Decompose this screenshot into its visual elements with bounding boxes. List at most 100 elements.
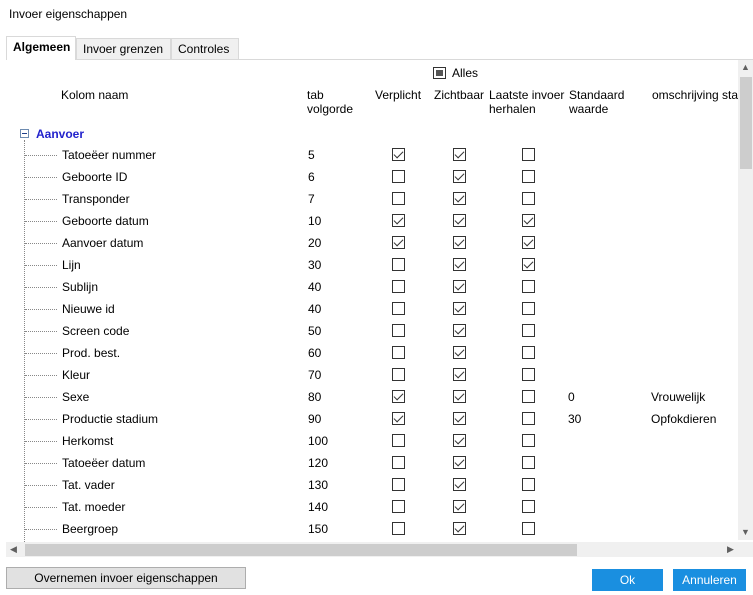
row-default-value[interactable]: 0 bbox=[568, 390, 575, 404]
required-checkbox[interactable] bbox=[392, 148, 405, 161]
repeat-last-checkbox[interactable] bbox=[522, 258, 535, 271]
visible-checkbox[interactable] bbox=[453, 346, 466, 359]
visible-checkbox[interactable] bbox=[453, 192, 466, 205]
visible-checkbox[interactable] bbox=[453, 214, 466, 227]
repeat-last-checkbox[interactable] bbox=[522, 280, 535, 293]
required-checkbox[interactable] bbox=[392, 434, 405, 447]
required-checkbox[interactable] bbox=[392, 456, 405, 469]
row-tab-order[interactable]: 60 bbox=[308, 346, 321, 360]
row-tab-order[interactable]: 7 bbox=[308, 192, 315, 206]
row-tab-order[interactable]: 50 bbox=[308, 324, 321, 338]
repeat-last-checkbox[interactable] bbox=[522, 148, 535, 161]
copy-properties-button[interactable]: Overnemen invoer eigenschappen bbox=[6, 567, 246, 589]
repeat-last-checkbox[interactable] bbox=[522, 390, 535, 403]
required-checkbox[interactable] bbox=[392, 390, 405, 403]
required-checkbox[interactable] bbox=[392, 500, 405, 513]
column-header-description[interactable]: omschrijving sta bbox=[652, 88, 738, 102]
visible-checkbox[interactable] bbox=[453, 368, 466, 381]
table-row[interactable]: Lijn 30 bbox=[6, 254, 736, 276]
row-tab-order[interactable]: 20 bbox=[308, 236, 321, 250]
repeat-last-checkbox[interactable] bbox=[522, 236, 535, 249]
scroll-right-icon[interactable]: ▶ bbox=[723, 542, 738, 557]
table-row[interactable]: Sublijn 40 bbox=[6, 276, 736, 298]
visible-checkbox[interactable] bbox=[453, 478, 466, 491]
visible-checkbox[interactable] bbox=[453, 456, 466, 469]
visible-checkbox[interactable] bbox=[453, 258, 466, 271]
repeat-last-checkbox[interactable] bbox=[522, 170, 535, 183]
table-row[interactable]: Productie stadium 90 30 Opfokdieren bbox=[6, 408, 736, 430]
required-checkbox[interactable] bbox=[392, 324, 405, 337]
collapse-icon[interactable] bbox=[20, 129, 29, 138]
repeat-last-checkbox[interactable] bbox=[522, 434, 535, 447]
row-tab-order[interactable]: 150 bbox=[308, 522, 328, 536]
required-checkbox[interactable] bbox=[392, 258, 405, 271]
visible-checkbox[interactable] bbox=[453, 412, 466, 425]
required-checkbox[interactable] bbox=[392, 192, 405, 205]
required-checkbox[interactable] bbox=[392, 368, 405, 381]
table-row[interactable]: Herkomst 100 bbox=[6, 430, 736, 452]
required-checkbox[interactable] bbox=[392, 280, 405, 293]
row-tab-order[interactable]: 120 bbox=[308, 456, 328, 470]
row-tab-order[interactable]: 40 bbox=[308, 280, 321, 294]
repeat-last-checkbox[interactable] bbox=[522, 500, 535, 513]
repeat-last-checkbox[interactable] bbox=[522, 368, 535, 381]
horizontal-scrollbar[interactable]: ◀ ▶ bbox=[6, 542, 738, 557]
ok-button[interactable]: Ok bbox=[592, 569, 663, 591]
visible-checkbox[interactable] bbox=[453, 390, 466, 403]
repeat-last-checkbox[interactable] bbox=[522, 302, 535, 315]
table-row[interactable]: Nieuwe id 40 bbox=[6, 298, 736, 320]
table-row[interactable]: Tat. vader 130 bbox=[6, 474, 736, 496]
visible-checkbox[interactable] bbox=[453, 148, 466, 161]
row-default-value[interactable]: 30 bbox=[568, 412, 581, 426]
row-tab-order[interactable]: 100 bbox=[308, 434, 328, 448]
repeat-last-checkbox[interactable] bbox=[522, 478, 535, 491]
table-row[interactable]: Transponder 7 bbox=[6, 188, 736, 210]
visible-checkbox[interactable] bbox=[453, 280, 466, 293]
table-row[interactable]: Screen code 50 bbox=[6, 320, 736, 342]
repeat-last-checkbox[interactable] bbox=[522, 324, 535, 337]
repeat-last-checkbox[interactable] bbox=[522, 522, 535, 535]
visible-checkbox[interactable] bbox=[453, 500, 466, 513]
row-tab-order[interactable]: 5 bbox=[308, 148, 315, 162]
tab-algemeen[interactable]: Algemeen bbox=[6, 36, 76, 60]
table-row[interactable]: Kleur 70 bbox=[6, 364, 736, 386]
visible-checkbox[interactable] bbox=[453, 302, 466, 315]
table-row[interactable]: Geboorte datum 10 bbox=[6, 210, 736, 232]
row-tab-order[interactable]: 140 bbox=[308, 500, 328, 514]
required-checkbox[interactable] bbox=[392, 170, 405, 183]
table-row[interactable]: Aanvoer datum 20 bbox=[6, 232, 736, 254]
row-tab-order[interactable]: 90 bbox=[308, 412, 321, 426]
table-row[interactable]: Tatoeëer nummer 5 bbox=[6, 144, 736, 166]
scroll-up-icon[interactable]: ▲ bbox=[738, 60, 753, 75]
visible-checkbox[interactable] bbox=[453, 324, 466, 337]
row-tab-order[interactable]: 40 bbox=[308, 302, 321, 316]
group-label-aanvoer[interactable]: Aanvoer bbox=[36, 127, 84, 141]
required-checkbox[interactable] bbox=[392, 522, 405, 535]
table-row[interactable]: Tatoeëer datum 120 bbox=[6, 452, 736, 474]
table-row[interactable]: Prod. best. 60 bbox=[6, 342, 736, 364]
repeat-last-checkbox[interactable] bbox=[522, 214, 535, 227]
vertical-scroll-thumb[interactable] bbox=[740, 77, 752, 169]
column-header-default[interactable]: Standaard waarde bbox=[569, 88, 624, 116]
row-tab-order[interactable]: 6 bbox=[308, 170, 315, 184]
vertical-scrollbar[interactable]: ▲ ▼ bbox=[738, 60, 753, 540]
column-header-visible[interactable]: Zichtbaar bbox=[434, 88, 484, 102]
row-tab-order[interactable]: 80 bbox=[308, 390, 321, 404]
repeat-last-checkbox[interactable] bbox=[522, 412, 535, 425]
required-checkbox[interactable] bbox=[392, 412, 405, 425]
required-checkbox[interactable] bbox=[392, 214, 405, 227]
select-all-checkbox[interactable] bbox=[433, 67, 446, 79]
visible-checkbox[interactable] bbox=[453, 434, 466, 447]
tab-controles[interactable]: Controles bbox=[171, 38, 239, 60]
scroll-left-icon[interactable]: ◀ bbox=[6, 542, 21, 557]
required-checkbox[interactable] bbox=[392, 346, 405, 359]
column-header-repeat[interactable]: Laatste invoer herhalen bbox=[489, 88, 564, 116]
required-checkbox[interactable] bbox=[392, 302, 405, 315]
repeat-last-checkbox[interactable] bbox=[522, 192, 535, 205]
column-header-name[interactable]: Kolom naam bbox=[61, 88, 128, 102]
required-checkbox[interactable] bbox=[392, 478, 405, 491]
row-tab-order[interactable]: 130 bbox=[308, 478, 328, 492]
table-row[interactable]: Geboorte ID 6 bbox=[6, 166, 736, 188]
repeat-last-checkbox[interactable] bbox=[522, 346, 535, 359]
table-row[interactable]: Tat. moeder 140 bbox=[6, 496, 736, 518]
